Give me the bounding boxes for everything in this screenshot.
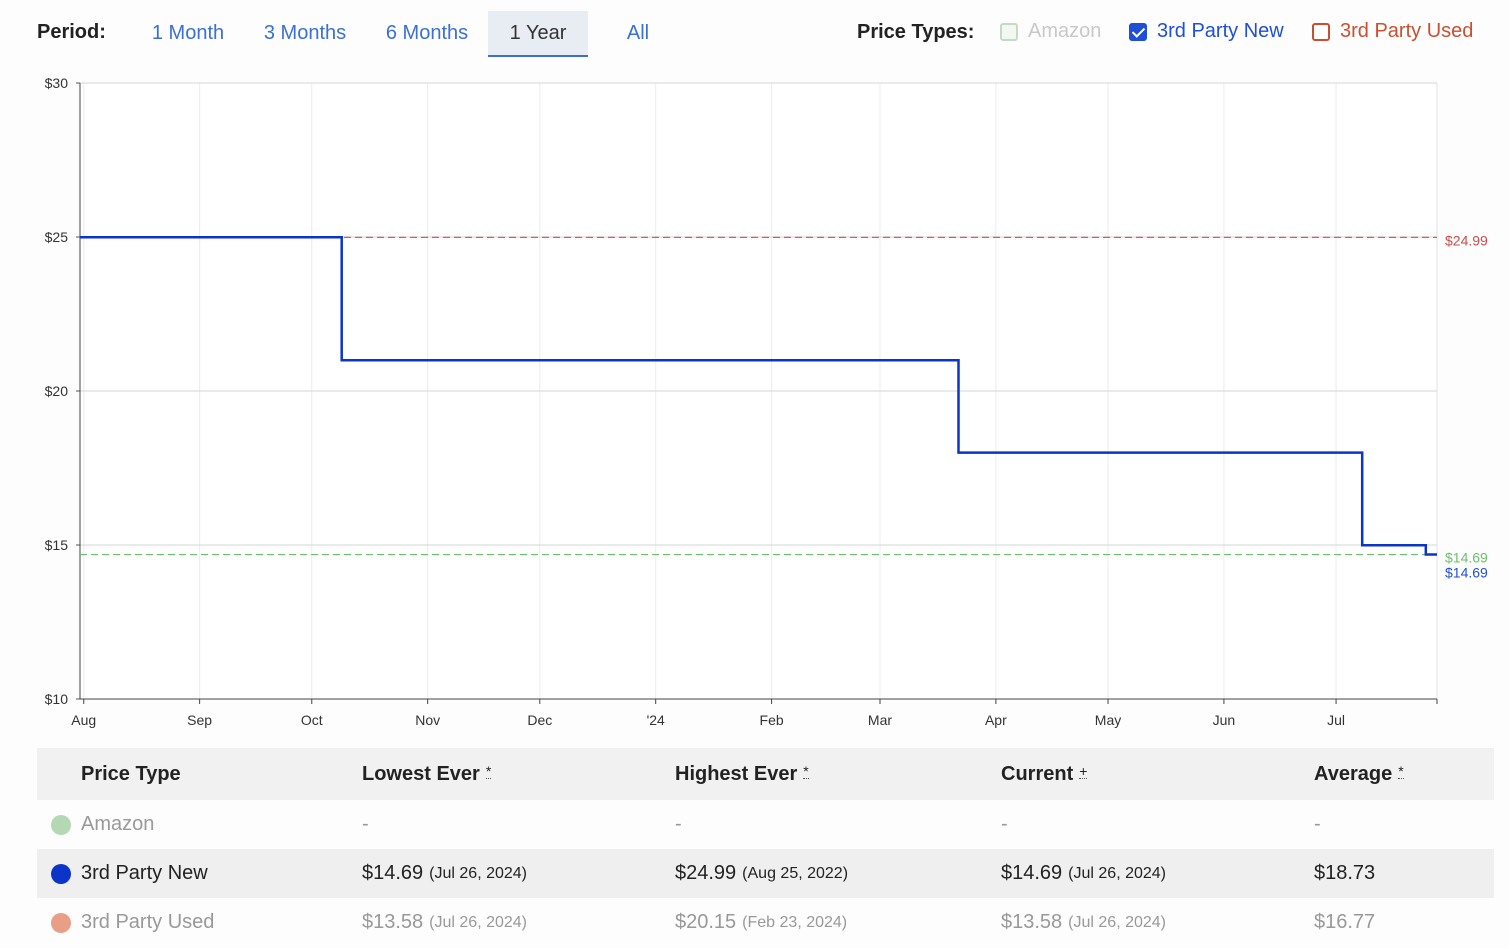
period-1-month-button[interactable]: 1 Month: [140, 11, 236, 57]
row-name: Amazon: [81, 813, 155, 835]
header-label: Price Type: [81, 762, 181, 785]
date: (Jul 26, 2024): [1068, 913, 1167, 931]
x-tick-label: Oct: [301, 712, 323, 728]
y-tick-label: $15: [45, 537, 69, 553]
header-label: Lowest Ever: [362, 762, 480, 785]
period-label: Period:: [37, 21, 106, 43]
value: $13.58: [362, 911, 424, 933]
row-highest: -: [675, 800, 682, 849]
table-row-3rd-party-new: 3rd Party New $14.69 (Jul 26, 2024) $24.9…: [37, 849, 1494, 898]
date: (Aug 25, 2022): [742, 864, 849, 882]
value: $16.77: [1314, 911, 1376, 933]
row-average: $16.77: [1314, 898, 1375, 947]
period-all-button[interactable]: All: [608, 11, 668, 57]
row-name: 3rd Party New: [81, 862, 208, 884]
header-current: Current +: [1001, 748, 1088, 800]
series-end-label: $14.69: [1445, 565, 1488, 581]
row-lowest: -: [362, 800, 369, 849]
x-tick-label: Apr: [985, 712, 1007, 728]
value: $14.69: [362, 862, 424, 884]
3rd-party-new-dot-icon: [51, 863, 71, 884]
reference-line-label: $14.69: [1445, 550, 1488, 566]
price-type-3rd-party-new-toggle[interactable]: 3rd Party New: [1129, 20, 1284, 43]
header-average: Average *: [1314, 748, 1404, 800]
row-price-type: 3rd Party Used: [51, 898, 214, 947]
checkbox-checked-icon[interactable]: [1129, 22, 1147, 41]
price-history-chart: $30 $25 $20 $15 $10Aug Sep Oct Nov Dec '24 Feb Mar A…: [45, 75, 1488, 728]
price-type-3rd-party-new-label: 3rd Party New: [1157, 20, 1284, 42]
x-tick-label: Mar: [868, 712, 892, 728]
y-tick-label: $20: [45, 383, 69, 399]
price-type-amazon-toggle[interactable]: Amazon: [1000, 20, 1101, 43]
row-current: $14.69 (Jul 26, 2024): [1001, 849, 1166, 898]
footnote-mark[interactable]: *: [1398, 764, 1404, 779]
y-tick-label: $25: [45, 229, 69, 245]
header-price-type: Price Type: [81, 748, 181, 800]
header-label: Highest Ever: [675, 762, 798, 785]
y-tick-label: $30: [45, 75, 69, 91]
table-header-row: Price Type Lowest Ever * Highest Ever * Cu…: [37, 748, 1494, 800]
value: $20.15: [675, 911, 737, 933]
table-row-amazon: Amazon - - - -: [37, 800, 1494, 849]
header-lowest-ever: Lowest Ever *: [362, 748, 492, 800]
x-tick-label: '24: [647, 712, 665, 728]
footnote-mark[interactable]: *: [485, 764, 492, 779]
date: (Jul 26, 2024): [429, 864, 528, 882]
date: (Jul 26, 2024): [1068, 864, 1167, 882]
price-type-3rd-party-used-label: 3rd Party Used: [1340, 20, 1474, 42]
row-current: $13.58 (Jul 26, 2024): [1001, 898, 1166, 947]
chart-controls: Period: 1 Month 3 Months 6 Months 1 Year…: [0, 0, 1509, 62]
row-highest: $24.99 (Aug 25, 2022): [675, 849, 848, 898]
price-type-3rd-party-used-toggle[interactable]: 3rd Party Used: [1312, 20, 1473, 43]
footnote-mark[interactable]: +: [1079, 764, 1088, 779]
x-tick-label: Jun: [1213, 712, 1236, 728]
period-1-year-button[interactable]: 1 Year: [488, 11, 588, 57]
value: $14.69: [1001, 862, 1063, 884]
date: (Feb 23, 2024): [742, 913, 848, 931]
x-tick-label: Feb: [760, 712, 784, 728]
reference-line-label: $24.99: [1445, 232, 1488, 248]
value: $13.58: [1001, 911, 1063, 933]
period-3-months-button[interactable]: 3 Months: [252, 11, 358, 57]
x-tick-label: Aug: [71, 712, 96, 728]
row-highest: $20.15 (Feb 23, 2024): [675, 898, 847, 947]
row-average: $18.73: [1314, 849, 1375, 898]
y-tick-label: $10: [45, 691, 69, 707]
amazon-dot-icon: [51, 814, 71, 835]
checkbox-unchecked-icon[interactable]: [1312, 22, 1330, 41]
header-label: Average: [1314, 762, 1393, 785]
row-lowest: $14.69 (Jul 26, 2024): [362, 849, 527, 898]
x-tick-label: Nov: [415, 712, 440, 728]
row-price-type: Amazon: [51, 800, 154, 849]
date: (Jul 26, 2024): [429, 913, 528, 931]
footnote-mark[interactable]: *: [803, 764, 809, 779]
header-label: Current: [1001, 762, 1074, 785]
x-tick-label: Dec: [527, 712, 552, 728]
value: -: [675, 813, 682, 835]
value: -: [362, 813, 369, 835]
header-highest-ever: Highest Ever *: [675, 748, 809, 800]
x-tick-label: May: [1095, 712, 1121, 728]
value: $18.73: [1314, 862, 1376, 884]
value: $24.99: [675, 862, 737, 884]
period-6-months-button[interactable]: 6 Months: [374, 11, 480, 57]
table-row-3rd-party-used: 3rd Party Used $13.58 (Jul 26, 2024) $20.…: [37, 898, 1494, 947]
value: -: [1314, 813, 1321, 835]
checkbox-unchecked-icon[interactable]: [1000, 22, 1018, 41]
price-summary-table: Price Type Lowest Ever * Highest Ever * Cu…: [37, 748, 1494, 947]
row-lowest: $13.58 (Jul 26, 2024): [362, 898, 527, 947]
value: -: [1001, 813, 1008, 835]
3rd-party-used-dot-icon: [51, 912, 71, 933]
row-name: 3rd Party Used: [81, 911, 215, 933]
price-type-amazon-label: Amazon: [1028, 20, 1102, 42]
row-price-type: 3rd Party New: [51, 849, 208, 898]
x-tick-label: Sep: [187, 712, 212, 728]
row-average: -: [1314, 800, 1321, 849]
price-types-label: Price Types:: [857, 21, 975, 43]
x-tick-label: Jul: [1327, 712, 1345, 728]
row-current: -: [1001, 800, 1008, 849]
